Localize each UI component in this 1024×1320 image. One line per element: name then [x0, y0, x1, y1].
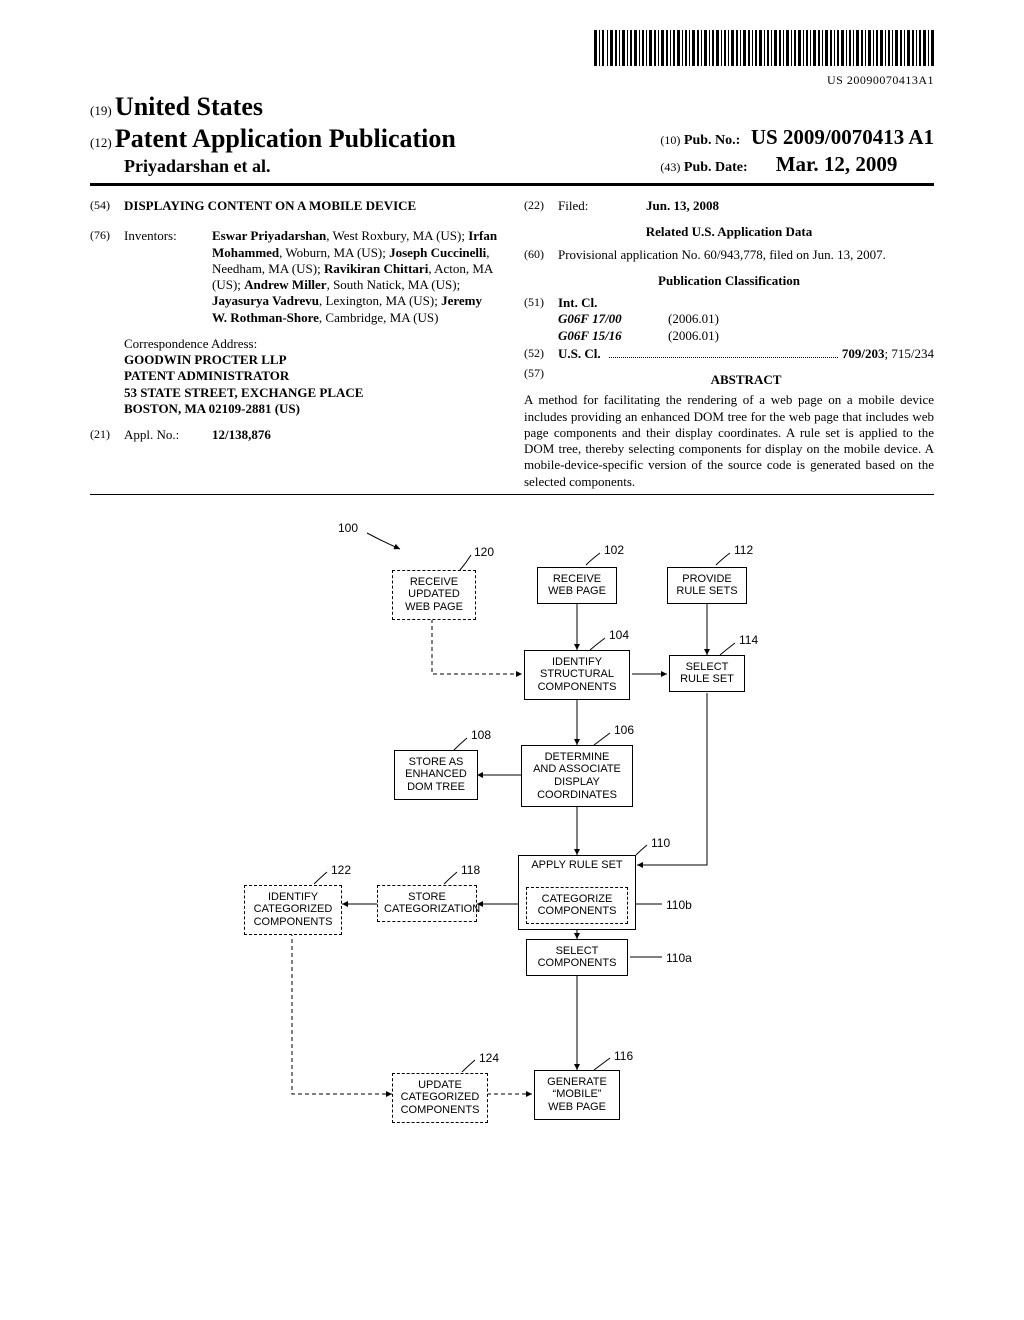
ref-100: 100	[338, 521, 358, 535]
code-10: (10)	[660, 133, 680, 147]
box-118: STORECATEGORIZATION	[377, 885, 477, 922]
filed-label: Filed:	[558, 198, 646, 214]
inventors: Eswar Priyadarshan, West Roxbury, MA (US…	[212, 228, 500, 326]
rule-thick	[90, 183, 934, 186]
box-102: RECEIVEWEB PAGE	[537, 567, 617, 604]
box-120-text: RECEIVEUPDATEDWEB PAGE	[405, 576, 463, 613]
biblio-columns: (54) DISPLAYING CONTENT ON A MOBILE DEVI…	[90, 198, 934, 490]
ref-112: 112	[734, 543, 753, 557]
box-122-text: IDENTIFYCATEGORIZEDCOMPONENTS	[254, 891, 333, 928]
uscl-value: 709/203; 715/234	[842, 346, 934, 362]
box-124-text: UPDATECATEGORIZEDCOMPONENTS	[401, 1079, 480, 1116]
ref-122: 122	[331, 863, 351, 877]
ref-120: 120	[474, 545, 494, 559]
box-110b-text: CATEGORIZECOMPONENTS	[538, 893, 617, 918]
ipc-table: G06F 17/00(2006.01) G06F 15/16(2006.01)	[558, 311, 934, 344]
code-52: (52)	[524, 346, 558, 362]
appl-no: 12/138,876	[212, 427, 500, 443]
corr-label: Correspondence Address:	[124, 336, 500, 352]
ipc-code: G06F 15/16	[558, 328, 668, 344]
barcode-block: US 20090070413A1	[90, 30, 934, 88]
flowchart-connectors	[232, 515, 792, 1175]
filed-date: Jun. 13, 2008	[646, 198, 934, 214]
pub-no: US 2009/0070413 A1	[751, 125, 934, 149]
box-108-text: STORE ASENHANCEDDOM TREE	[405, 756, 467, 793]
ref-116: 116	[614, 1049, 633, 1063]
corr-line-2: PATENT ADMINISTRATOR	[124, 368, 500, 384]
box-110b: CATEGORIZECOMPONENTS	[526, 887, 628, 924]
box-108: STORE ASENHANCEDDOM TREE	[394, 750, 478, 800]
intcl-label: Int. Cl.	[558, 295, 934, 311]
ref-110a: 110a	[666, 951, 692, 965]
rule-thin	[90, 494, 934, 495]
ref-124: 124	[479, 1051, 499, 1065]
pub-no-label: Pub. No.:	[684, 133, 740, 148]
box-102-text: RECEIVEWEB PAGE	[548, 573, 606, 598]
classification-heading: Publication Classification	[524, 273, 934, 289]
appl-no-label: Appl. No.:	[124, 427, 212, 443]
box-114-text: SELECTRULE SET	[680, 661, 734, 686]
invention-title: DISPLAYING CONTENT ON A MOBILE DEVICE	[124, 198, 500, 214]
code-54: (54)	[90, 198, 124, 214]
pub-type: Patent Application Publication	[115, 124, 456, 153]
ipc-ver: (2006.01)	[668, 311, 719, 327]
ref-110b: 110b	[666, 898, 692, 912]
box-110a: SELECTCOMPONENTS	[526, 939, 628, 976]
right-column: (22) Filed: Jun. 13, 2008 Related U.S. A…	[524, 198, 934, 490]
code-12: (12)	[90, 135, 112, 150]
box-106: DETERMINEAND ASSOCIATEDISPLAYCOORDINATES	[521, 745, 633, 808]
box-124: UPDATECATEGORIZEDCOMPONENTS	[392, 1073, 488, 1123]
box-112-text: PROVIDERULE SETS	[676, 573, 737, 598]
code-21: (21)	[90, 427, 124, 443]
box-116: GENERATE“MOBILE”WEB PAGE	[534, 1070, 620, 1120]
barcode-text: US 20090070413A1	[90, 73, 934, 88]
ref-108: 108	[471, 728, 491, 742]
provisional-app: Provisional application No. 60/943,778, …	[558, 247, 934, 263]
code-57: (57)	[524, 366, 558, 388]
box-110-title: APPLY RULE SET	[531, 859, 622, 871]
publication-header: (19) United States (12) Patent Applicati…	[90, 92, 934, 177]
code-19: (19)	[90, 103, 112, 118]
code-22: (22)	[524, 198, 558, 214]
box-118-text: STORECATEGORIZATION	[384, 891, 480, 916]
pub-date: Mar. 12, 2009	[776, 152, 898, 176]
box-106-text: DETERMINEAND ASSOCIATEDISPLAYCOORDINATES	[533, 751, 621, 801]
abstract-text: A method for facilitating the rendering …	[524, 392, 934, 490]
code-51: (51)	[524, 295, 558, 344]
left-column: (54) DISPLAYING CONTENT ON A MOBILE DEVI…	[90, 198, 500, 490]
box-120: RECEIVEUPDATEDWEB PAGE	[392, 570, 476, 620]
barcode-icon	[594, 30, 934, 66]
box-104: IDENTIFYSTRUCTURALCOMPONENTS	[524, 650, 630, 700]
flowchart-figure: 100 RECEIVEUPDATEDWEB PAGE 120 RECEIVEWE…	[232, 515, 792, 1175]
inventors-label: Inventors:	[124, 228, 212, 326]
code-76: (76)	[90, 228, 124, 326]
box-110a-text: SELECTCOMPONENTS	[538, 945, 617, 970]
authors-line: Priyadarshan et al.	[124, 156, 456, 177]
pub-date-label: Pub. Date:	[684, 160, 748, 175]
box-112: PROVIDERULE SETS	[667, 567, 747, 604]
box-122: IDENTIFYCATEGORIZEDCOMPONENTS	[244, 885, 342, 935]
leader-dots	[609, 347, 838, 357]
country: United States	[115, 92, 263, 121]
corr-line-3: 53 STATE STREET, EXCHANGE PLACE	[124, 385, 500, 401]
ref-118: 118	[461, 863, 480, 877]
ref-110: 110	[651, 836, 670, 850]
ipc-code: G06F 17/00	[558, 311, 668, 327]
code-60: (60)	[524, 247, 558, 263]
uscl-label: U.S. Cl.	[558, 346, 601, 362]
corr-line-1: GOODWIN PROCTER LLP	[124, 352, 500, 368]
correspondence-address: Correspondence Address: GOODWIN PROCTER …	[124, 336, 500, 417]
related-data-heading: Related U.S. Application Data	[524, 224, 934, 240]
code-43: (43)	[660, 160, 680, 174]
abstract-label: ABSTRACT	[558, 372, 934, 388]
ref-102: 102	[604, 543, 624, 557]
ipc-ver: (2006.01)	[668, 328, 719, 344]
box-114: SELECTRULE SET	[669, 655, 745, 692]
box-116-text: GENERATE“MOBILE”WEB PAGE	[547, 1076, 607, 1113]
corr-line-4: BOSTON, MA 02109-2881 (US)	[124, 401, 500, 417]
box-104-text: IDENTIFYSTRUCTURALCOMPONENTS	[538, 656, 617, 693]
ref-104: 104	[609, 628, 629, 642]
ref-114: 114	[739, 633, 758, 647]
ref-106: 106	[614, 723, 634, 737]
